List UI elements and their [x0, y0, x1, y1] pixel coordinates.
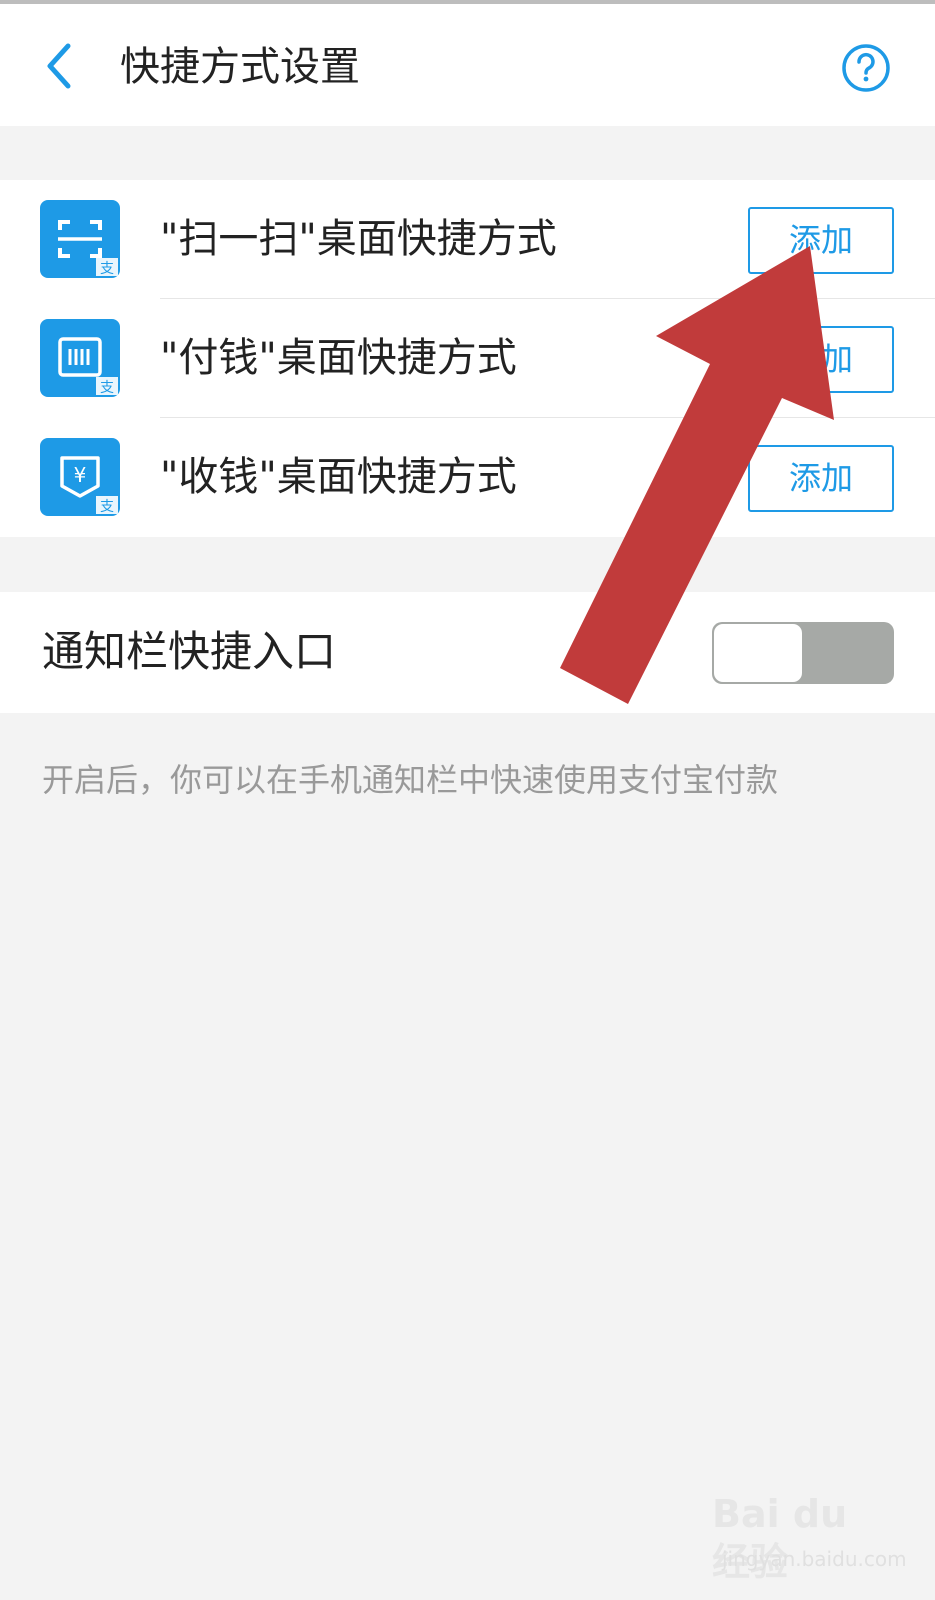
chevron-left-icon	[47, 43, 71, 89]
baidu-jingyan-watermark: Bai du 经验 jingyan.baidu.com	[712, 1490, 907, 1584]
shortcut-label: "收钱"桌面快捷方式	[160, 454, 517, 500]
notification-shortcut-label: 通知栏快捷入口	[42, 627, 337, 676]
notification-hint-text: 开启后，你可以在手机通知栏中快速使用支付宝付款	[42, 761, 779, 799]
barcode-pay-icon: 支	[40, 319, 120, 397]
svg-text:支: 支	[100, 261, 114, 277]
watermark-url: jingyan.baidu.com	[722, 1547, 907, 1571]
back-button[interactable]	[40, 40, 80, 92]
shortcut-label: "付钱"桌面快捷方式	[160, 335, 517, 381]
svg-text:¥: ¥	[74, 463, 87, 487]
app-header: 快捷方式设置	[0, 4, 935, 126]
svg-text:支: 支	[100, 380, 114, 396]
page-title: 快捷方式设置	[120, 44, 360, 90]
red-arrow-annotation	[560, 246, 834, 704]
shortcut-label: "扫一扫"桌面快捷方式	[160, 216, 557, 262]
scan-icon: 支	[40, 200, 120, 278]
help-button[interactable]	[840, 42, 892, 94]
yuan-receive-icon: ¥ 支	[40, 438, 120, 516]
svg-text:支: 支	[100, 499, 114, 515]
question-circle-icon	[842, 44, 890, 92]
